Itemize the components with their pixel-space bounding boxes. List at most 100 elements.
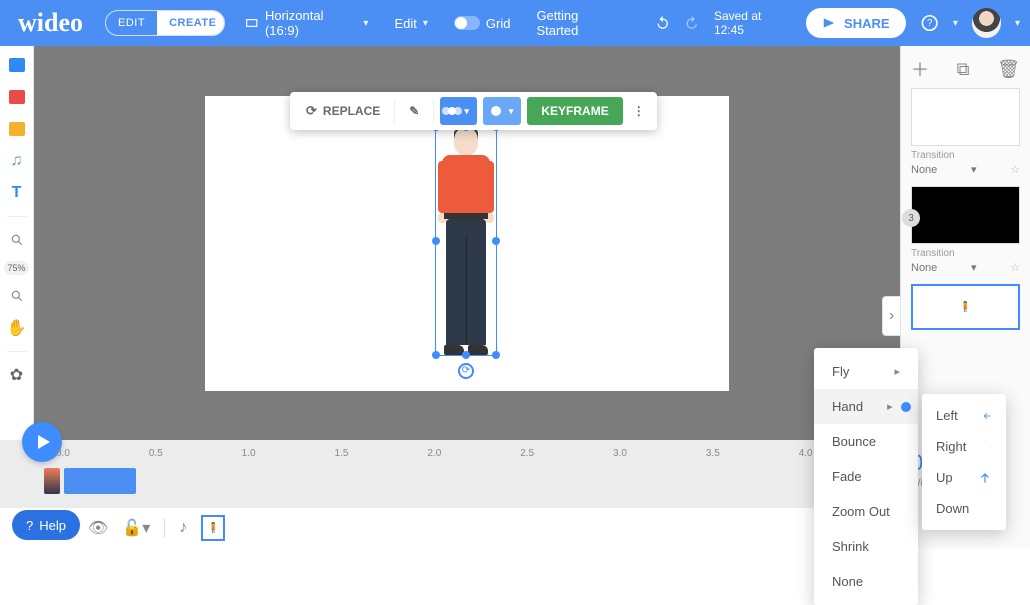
- anim-item-none[interactable]: None: [814, 564, 918, 599]
- more-options-icon[interactable]: ⋮: [629, 97, 649, 125]
- dir-right[interactable]: Right: [922, 431, 1006, 462]
- transition-label: Transition: [911, 248, 1020, 259]
- arrow-right-icon: [990, 440, 992, 454]
- scene-thumb[interactable]: 3: [911, 186, 1020, 244]
- logo: wideo: [10, 8, 91, 38]
- keyframe-button[interactable]: KEYFRAME: [527, 97, 622, 125]
- timeline-clip[interactable]: [64, 468, 136, 494]
- visibility-icon[interactable]: 👁: [88, 518, 108, 538]
- anim-item-shrink[interactable]: Shrink: [814, 529, 918, 564]
- edit-menu-label: Edit: [394, 16, 416, 31]
- lock-icon[interactable]: 🔓▾: [122, 518, 150, 538]
- getting-started-link[interactable]: Getting Started: [530, 4, 627, 42]
- scene-thumb-selected[interactable]: 🧍: [911, 284, 1020, 330]
- rotate-handle[interactable]: ⟳: [458, 363, 474, 379]
- anim-item-fade[interactable]: Fade: [814, 459, 918, 494]
- dir-down[interactable]: Down: [922, 493, 1006, 524]
- app-header: wideo EDIT CREATE Horizontal (16:9)▾ Edi…: [0, 0, 1030, 46]
- grid-label: Grid: [486, 16, 511, 31]
- tick: 0.0: [56, 448, 70, 459]
- anim-item-bounce[interactable]: Bounce: [814, 424, 918, 459]
- help-label: Help: [39, 518, 66, 533]
- tick: 1.0: [242, 448, 256, 459]
- timeline-clip[interactable]: [44, 468, 60, 494]
- timeline-footer: 👁 🔓▾ ♪ 🧍: [0, 508, 900, 548]
- share-label: SHARE: [844, 16, 890, 31]
- anim-item-hand[interactable]: Hand▸: [814, 389, 918, 424]
- resize-handle[interactable]: [432, 237, 440, 245]
- stage[interactable]: ⟳: [205, 96, 729, 391]
- tick: 3.0: [613, 448, 627, 459]
- direction-submenu: Left Right Up Down: [922, 394, 1006, 530]
- scene-thumb[interactable]: [911, 88, 1020, 146]
- delete-scene-icon[interactable]: 🗑: [997, 59, 1020, 80]
- resize-handle[interactable]: [462, 351, 470, 359]
- timeline-tracks[interactable]: [40, 468, 900, 496]
- aspect-label: Horizontal (16:9): [265, 8, 357, 38]
- mode-create[interactable]: CREATE: [157, 11, 225, 35]
- timeline-ruler[interactable]: 0.0 0.5 1.0 1.5 2.0 2.5 3.0 3.5 4.0: [56, 448, 900, 464]
- share-button[interactable]: SHARE: [806, 8, 906, 38]
- left-toolbar: ♫ T 75% ✋ ✿: [0, 46, 34, 440]
- arrow-up-icon: [978, 471, 992, 485]
- zoom-out-icon[interactable]: [6, 285, 28, 307]
- audio-track-icon[interactable]: ♪: [179, 519, 187, 537]
- edit-menu[interactable]: Edit▾: [388, 12, 433, 35]
- image-tool[interactable]: [6, 54, 28, 76]
- mode-edit[interactable]: EDIT: [106, 11, 157, 35]
- tick: 3.5: [706, 448, 720, 459]
- replace-button[interactable]: ⟳REPLACE: [298, 97, 388, 125]
- user-avatar[interactable]: [972, 8, 1001, 38]
- anim-item-zoomout[interactable]: Zoom Out: [814, 494, 918, 529]
- help-button[interactable]: ? Help: [12, 510, 80, 540]
- zoom-percent[interactable]: 75%: [4, 261, 28, 275]
- resize-handle[interactable]: [492, 351, 500, 359]
- timeline: 0.0 0.5 1.0 1.5 2.0 2.5 3.0 3.5 4.0 👁 🔓▾…: [0, 440, 900, 548]
- dir-up[interactable]: Up: [922, 462, 1006, 493]
- settings-icon[interactable]: ✿: [6, 364, 28, 386]
- replace-label: REPLACE: [323, 104, 380, 118]
- panel-collapse-tab[interactable]: ›: [882, 296, 900, 336]
- selected-dot-icon: [901, 402, 911, 412]
- duplicate-scene-icon[interactable]: ⧉: [957, 59, 970, 80]
- aspect-ratio-dropdown[interactable]: Horizontal (16:9)▾: [239, 4, 374, 42]
- tick: 1.5: [335, 448, 349, 459]
- edit-pencil-icon[interactable]: ✎: [401, 97, 427, 125]
- favorite-icon[interactable]: ☆: [1010, 163, 1020, 176]
- share-icon: [822, 16, 836, 30]
- resize-handle[interactable]: [492, 237, 500, 245]
- save-status: Saved at 12:45: [714, 9, 792, 37]
- redo-icon[interactable]: [684, 15, 699, 31]
- zoom-in-icon[interactable]: [6, 229, 28, 251]
- anim-item-fly[interactable]: Fly▸: [814, 354, 918, 389]
- favorite-icon[interactable]: ☆: [1010, 261, 1020, 274]
- toggle-icon: [454, 16, 480, 30]
- video-tool[interactable]: [6, 86, 28, 108]
- dir-left[interactable]: Left: [922, 400, 1006, 431]
- tick: 4.0: [799, 448, 813, 459]
- arrow-left-icon: [982, 409, 992, 423]
- selection-box[interactable]: ⟳: [435, 126, 497, 356]
- character-object[interactable]: [436, 127, 496, 355]
- text-tool[interactable]: T: [6, 182, 28, 204]
- help-questionmark-icon: ?: [26, 518, 33, 533]
- resize-handle[interactable]: [432, 351, 440, 359]
- svg-text:?: ?: [927, 18, 933, 29]
- tick: 0.5: [149, 448, 163, 459]
- exit-animation-button[interactable]: ▾: [483, 97, 522, 125]
- shape-tool[interactable]: [6, 118, 28, 140]
- pan-tool-icon[interactable]: ✋: [6, 317, 28, 339]
- undo-icon[interactable]: [655, 15, 670, 31]
- transition-value[interactable]: None: [911, 164, 937, 176]
- enter-animation-button[interactable]: ▾: [440, 97, 477, 125]
- selected-object-thumb[interactable]: 🧍: [201, 515, 225, 541]
- mode-switch[interactable]: EDIT CREATE: [105, 10, 225, 36]
- audio-tool[interactable]: ♫: [6, 150, 28, 172]
- object-context-toolbar: ⟳REPLACE ✎ ▾ ▾ KEYFRAME ⋮: [290, 92, 657, 130]
- grid-toggle[interactable]: Grid: [448, 12, 517, 35]
- transition-value[interactable]: None: [911, 262, 937, 274]
- add-scene-icon[interactable]: ＋: [911, 56, 929, 82]
- tick: 2.0: [427, 448, 441, 459]
- transition-label: Transition: [911, 150, 1020, 161]
- help-icon[interactable]: ?: [920, 13, 939, 33]
